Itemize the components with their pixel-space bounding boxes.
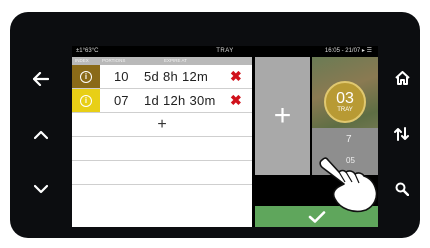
back-arrow-icon <box>33 72 49 86</box>
table-row[interactable]: i 10 5d 8h 12m ✖ <box>72 65 252 89</box>
home-button[interactable] <box>391 67 413 89</box>
empty-row <box>72 137 252 161</box>
chevron-up-icon <box>34 130 48 140</box>
status-bar: ±1°63°C TRAY 16:05 - 21/07 ▸ ☰ <box>72 46 378 57</box>
chevron-down-icon <box>34 184 48 194</box>
info-icon: i <box>80 70 92 83</box>
sort-icon <box>394 127 409 141</box>
tray-list: INDEX PORTIONS EXPIRE AT i 10 5d 8h 12m … <box>72 57 252 227</box>
add-tray-button[interactable]: + <box>255 57 310 175</box>
back-button[interactable] <box>30 68 52 90</box>
screen: ±1°63°C TRAY 16:05 - 21/07 ▸ ☰ INDEX POR… <box>72 46 378 227</box>
index-badge: i <box>72 89 100 112</box>
table-row[interactable]: i 07 1d 12h 30m ✖ <box>72 89 252 113</box>
remove-icon[interactable]: ✖ <box>230 68 242 85</box>
header-expire: EXPIRE AT <box>164 58 187 63</box>
tile-number: 7 <box>346 134 352 145</box>
expiry-value: 5d 8h 12m <box>144 69 209 84</box>
remove-icon[interactable]: ✖ <box>230 92 242 109</box>
search-icon <box>395 182 409 196</box>
tray-label: TRAY <box>337 106 353 113</box>
scroll-down-button[interactable] <box>30 178 52 200</box>
add-row-button[interactable]: + <box>72 113 252 137</box>
empty-row <box>72 161 252 185</box>
tray-badge: 03 TRAY <box>324 81 366 123</box>
sort-button[interactable] <box>391 123 413 145</box>
tray-number: 03 <box>336 89 354 107</box>
header-index: INDEX <box>75 58 89 63</box>
header-portions: PORTIONS <box>102 58 126 63</box>
empty-row <box>72 185 252 209</box>
pointing-hand-illustration <box>314 154 378 221</box>
index-badge: i <box>72 65 100 88</box>
home-icon <box>394 71 410 85</box>
portions-value: 10 <box>114 69 129 84</box>
search-button[interactable] <box>391 178 413 200</box>
portions-value: 07 <box>114 93 129 108</box>
info-icon: i <box>80 94 92 107</box>
expiry-value: 1d 12h 30m <box>144 93 216 108</box>
scroll-up-button[interactable] <box>30 124 52 146</box>
device-bezel: ±1°63°C TRAY 16:05 - 21/07 ▸ ☰ INDEX POR… <box>10 12 420 238</box>
table-header: INDEX PORTIONS EXPIRE AT <box>72 57 252 65</box>
time-readout: 16:05 - 21/07 ▸ ☰ <box>324 48 372 54</box>
